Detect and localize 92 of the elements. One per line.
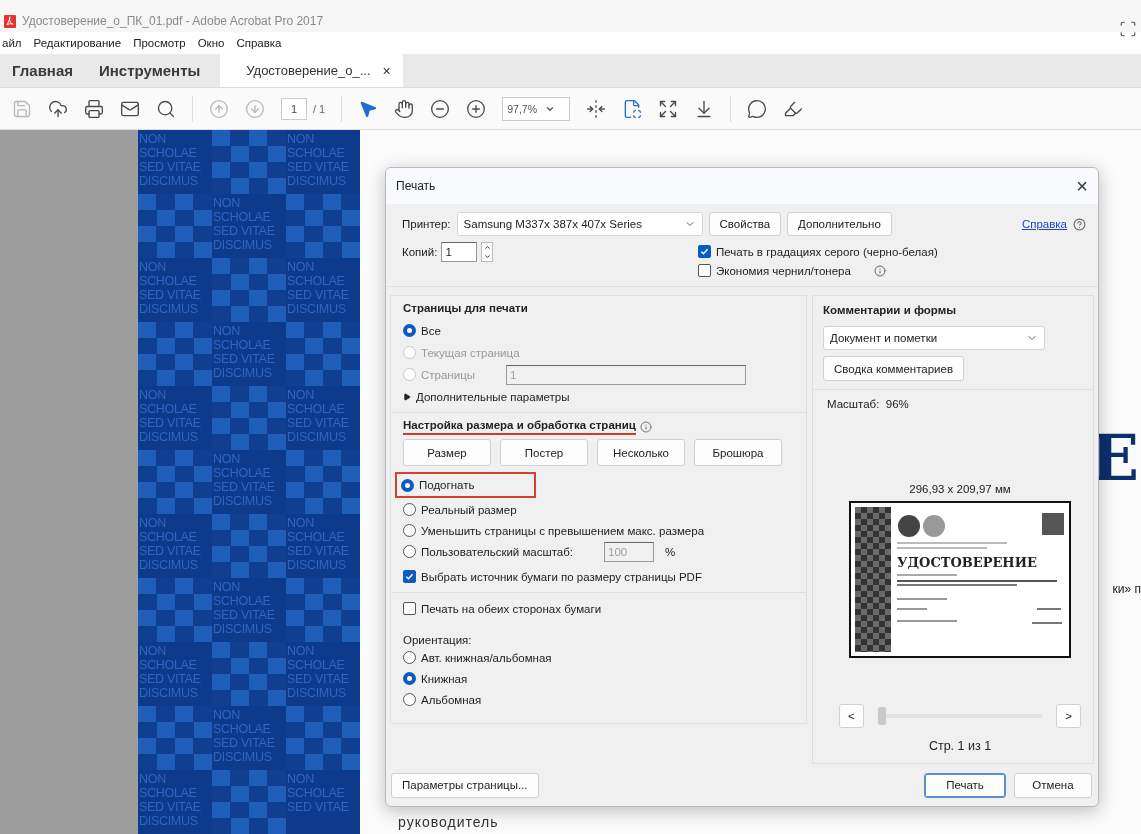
info-icon[interactable] <box>873 264 886 277</box>
zoom-field[interactable]: 97,7% <box>502 96 571 121</box>
checkmark-icon <box>700 247 709 256</box>
checkbox[interactable] <box>403 570 416 583</box>
menu-item[interactable]: Редактирование <box>33 37 122 49</box>
dialog-button[interactable]: Печать <box>924 772 1006 798</box>
info-icon[interactable] <box>639 421 652 433</box>
field-label: Копий: <box>402 246 438 258</box>
previous-page-button[interactable]: < <box>839 704 864 728</box>
section-title: Настройка размера и обработка страниц <box>403 419 636 435</box>
field-label: Принтер: <box>402 218 451 230</box>
document-tab[interactable]: Удостоверение_о_... × <box>220 54 403 87</box>
checkbox[interactable] <box>698 264 711 277</box>
section-label: Ориентация: <box>403 634 472 646</box>
copies-field[interactable]: 1 <box>441 242 478 262</box>
thumbnail-title: УДОСТОВЕРЕНИЕ <box>897 555 1038 570</box>
option-label: Альбомная <box>421 693 482 706</box>
option-label: Подогнать <box>419 479 475 491</box>
heading-letter: Е <box>1090 420 1139 495</box>
radio-button[interactable] <box>403 693 416 706</box>
close-icon[interactable]: × <box>382 62 391 79</box>
dialog-button[interactable]: Свойства <box>708 212 782 236</box>
section-title: Страницы для печати <box>403 302 528 316</box>
option-label: Печать на обеих сторонах бумаги <box>421 602 602 615</box>
app-logo-icon <box>4 15 16 28</box>
printer-select[interactable]: Samsung M337x 387x 407x Series <box>456 212 703 236</box>
option-label: Авт. книжная/альбомная <box>421 651 552 664</box>
unit-label: % <box>665 545 676 558</box>
radio-button[interactable] <box>403 324 416 337</box>
page-setup-button[interactable]: Параметры страницы... <box>391 772 539 798</box>
fit-width-icon[interactable] <box>586 98 607 119</box>
option-label: Все <box>421 324 441 337</box>
mode-button[interactable]: Постер <box>500 439 588 466</box>
comments-select[interactable]: Документ и пометки <box>823 326 1045 350</box>
menu-item[interactable]: Окно <box>197 37 225 49</box>
page-counter: Стр. 1 из 1 <box>928 739 992 753</box>
expand-arrow-icon[interactable] <box>403 392 411 401</box>
option-label: Страницы <box>421 368 475 381</box>
search-icon[interactable] <box>156 98 176 119</box>
radio-button[interactable] <box>401 478 414 492</box>
window-title: Удостоверение_о_ПК_01.pdf - Adobe Acrobat Pro 2017 <box>22 14 324 28</box>
next-page-button[interactable]: > <box>1056 704 1081 728</box>
spinner-icon[interactable] <box>481 242 494 262</box>
option-label: Реальный размер <box>421 503 517 516</box>
nav-tab[interactable]: Главная <box>0 54 87 87</box>
checkbox[interactable] <box>403 602 416 615</box>
body-text: ки» п <box>1112 582 1141 596</box>
page-number-field[interactable]: 1 <box>281 97 307 120</box>
dialog-button[interactable]: Отмена <box>1014 772 1092 798</box>
option-label: Текущая страница <box>421 346 520 359</box>
hand-icon[interactable] <box>394 98 415 119</box>
dialog-title: Печать <box>396 179 436 193</box>
checkbox[interactable] <box>698 245 711 258</box>
nav-tab[interactable]: Инструменты <box>87 54 215 87</box>
mode-button[interactable]: Несколько <box>597 439 685 466</box>
radio-button[interactable] <box>403 503 416 516</box>
mode-button[interactable]: Размер <box>403 439 491 466</box>
close-icon[interactable]: × <box>1076 176 1088 196</box>
dialog-button[interactable]: Дополнительно <box>787 212 892 236</box>
help-link[interactable]: Справка <box>1021 218 1067 230</box>
help-icon[interactable] <box>1073 217 1086 231</box>
scan-icon[interactable] <box>1119 20 1137 38</box>
option-label: Экономия чернил/тонера <box>716 264 851 277</box>
page-total: / 1 <box>313 102 326 115</box>
slider-thumb[interactable] <box>877 707 886 725</box>
radio-button[interactable] <box>403 545 416 558</box>
fit-page-icon[interactable] <box>622 98 643 119</box>
summary-button[interactable]: Сводка комментариев <box>823 356 964 381</box>
option-label: Книжная <box>421 672 468 685</box>
menu-item[interactable]: Просмотр <box>133 37 186 49</box>
menu-item[interactable]: Справка <box>236 37 282 49</box>
zoom-out-icon[interactable] <box>430 98 451 119</box>
radio-button[interactable] <box>403 524 416 537</box>
signature-text: руководитель <box>398 814 499 830</box>
cloud-upload-icon[interactable] <box>48 98 68 119</box>
page-size-label: 296,93 x 209,97 мм <box>909 483 1011 495</box>
option-label: Выбрать источник бумаги по размеру страницы PDF <box>421 570 702 583</box>
zoom-in-icon[interactable] <box>466 98 487 119</box>
option-label: Пользовательский масштаб: <box>421 545 574 558</box>
expander-label[interactable]: Дополнительные параметры <box>416 390 570 403</box>
option-label: Печать в градациях серого (черно-белая) <box>716 245 938 258</box>
option-label: Уменьшить страницы с превышением макс. размера <box>421 524 705 537</box>
print-icon[interactable] <box>84 98 104 119</box>
section-title: Комментарии и формы <box>823 304 957 318</box>
mode-button[interactable]: Брошюра <box>694 439 782 466</box>
comment-icon[interactable] <box>747 98 768 119</box>
scale-label: Масштаб: 96% <box>827 398 909 410</box>
radio-button[interactable] <box>403 651 416 664</box>
checkmark-icon <box>405 572 414 581</box>
expand-icon[interactable] <box>658 98 679 119</box>
menu-item[interactable]: айл <box>2 37 22 49</box>
radio-button[interactable] <box>403 672 416 685</box>
